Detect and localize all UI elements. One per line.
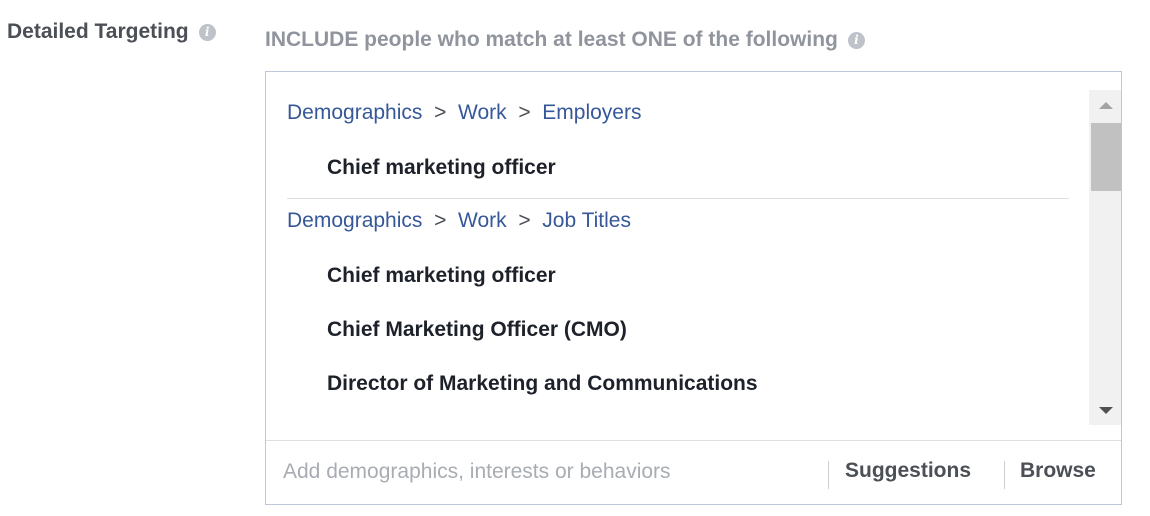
breadcrumb-separator: >: [428, 101, 453, 124]
vertical-scrollbar[interactable]: [1089, 90, 1121, 425]
chevron-down-icon: [1099, 406, 1113, 414]
detailed-targeting-title: Detailed Targeting: [7, 20, 189, 43]
selected-targeting-list: Demographics > Work > Employers Chief ma…: [266, 72, 1121, 440]
footer-divider: [1004, 461, 1005, 489]
breadcrumb: Demographics > Work > Job Titles: [287, 209, 631, 233]
targeting-box: Demographics > Work > Employers Chief ma…: [265, 71, 1122, 505]
breadcrumb-separator: >: [512, 101, 537, 124]
detailed-targeting-label: Detailed Targeting i: [7, 20, 216, 44]
detailed-targeting-section: Detailed Targeting i INCLUDE people who …: [0, 0, 1150, 516]
breadcrumb-link-job-titles[interactable]: Job Titles: [542, 209, 631, 232]
breadcrumb-link-work[interactable]: Work: [458, 209, 507, 232]
breadcrumb-separator: >: [428, 209, 453, 232]
add-targeting-input[interactable]: [283, 457, 803, 487]
include-header: INCLUDE people who match at least ONE of…: [265, 28, 865, 52]
scroll-down-button[interactable]: [1089, 395, 1121, 425]
info-icon[interactable]: i: [847, 31, 865, 49]
suggestions-button[interactable]: Suggestions: [845, 459, 971, 483]
breadcrumb-separator: >: [512, 209, 537, 232]
include-header-text: INCLUDE people who match at least ONE of…: [265, 28, 838, 51]
list-item[interactable]: Director of Marketing and Communications: [327, 372, 758, 396]
breadcrumb-link-employers[interactable]: Employers: [542, 101, 641, 124]
browse-button[interactable]: Browse: [1020, 459, 1096, 483]
list-item[interactable]: Chief Marketing Officer (CMO): [327, 318, 627, 342]
group-divider: [287, 198, 1069, 199]
chevron-up-icon: [1099, 101, 1113, 109]
info-icon[interactable]: i: [198, 23, 216, 41]
scrollbar-thumb[interactable]: [1091, 123, 1121, 191]
breadcrumb-link-work[interactable]: Work: [458, 101, 507, 124]
targeting-footer: Suggestions Browse: [266, 440, 1121, 504]
breadcrumb-link-demographics[interactable]: Demographics: [287, 101, 422, 124]
footer-divider: [828, 461, 829, 489]
list-item[interactable]: Chief marketing officer: [327, 264, 556, 288]
breadcrumb-link-demographics[interactable]: Demographics: [287, 209, 422, 232]
list-item[interactable]: Chief marketing officer: [327, 156, 556, 180]
scroll-up-button[interactable]: [1089, 90, 1121, 120]
breadcrumb: Demographics > Work > Employers: [287, 101, 641, 125]
